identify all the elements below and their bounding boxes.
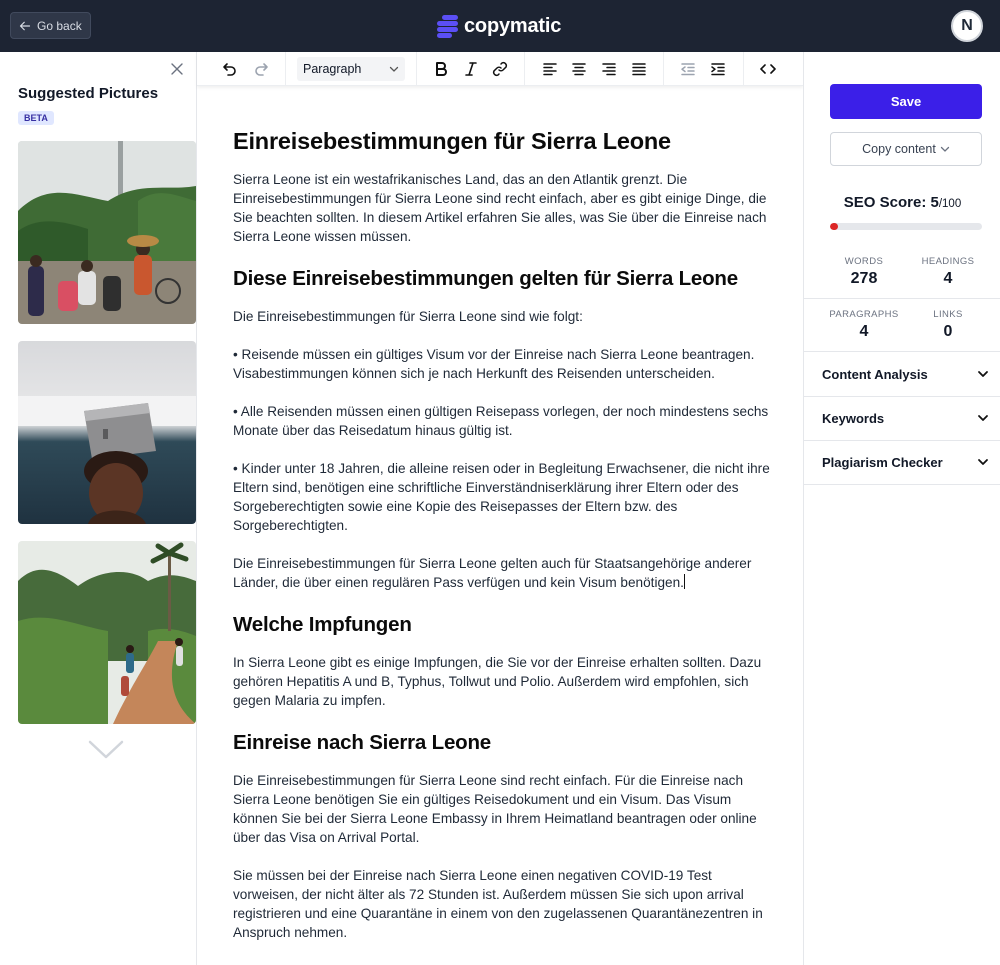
go-back-button[interactable]: Go back [10,12,91,39]
outdent-icon [681,63,695,76]
stat-label: LINKS [933,309,963,320]
stat-value: 278 [850,270,878,287]
street-market-photo[interactable] [18,141,196,324]
undo-button[interactable] [219,58,241,80]
editor-area[interactable]: Einreisebestimmungen für Sierra Leone Si… [197,86,803,965]
copy-content-label: Copy content [862,142,936,156]
block-format-value: Paragraph [303,62,362,76]
paragraph: Die Einreisebestimmungen für Sierra Leon… [233,773,757,845]
text-caret [683,574,685,589]
keywords-accordion[interactable]: Keywords [804,396,1000,440]
align-left-button[interactable] [539,58,561,80]
align-left-icon [543,63,557,76]
paragraph: Die Einreisebestimmungen für Sierra Leon… [233,309,583,324]
paragraph-with-caret: Die Einreisebestimmungen für Sierra Leon… [233,554,773,592]
heading: Diese Einreisebestimmungen gelten für Si… [233,267,738,290]
align-right-icon [602,63,616,76]
stat-headings: HEADINGS 4 [908,256,988,288]
copymatic-logo-icon [436,14,458,38]
bold-icon [436,62,447,76]
user-avatar[interactable]: N [951,10,983,42]
go-back-label: Go back [37,18,82,33]
seo-score-bar-fill [830,223,838,230]
top-bar: Go back copymatic N [0,0,1000,52]
accordion-label: Plagiarism Checker [822,454,943,470]
save-button[interactable]: Save [830,84,982,119]
link-icon [492,61,508,77]
accordion-label: Keywords [822,410,885,426]
bold-button[interactable] [430,58,452,80]
seo-score-bar [830,223,982,230]
align-justify-button[interactable] [628,58,650,80]
stat-label: WORDS [844,256,884,267]
code-icon [760,64,776,74]
logo-text: copymatic [464,14,562,37]
italic-button[interactable] [460,58,482,80]
copy-content-button[interactable]: Copy content [830,132,982,166]
stat-value: 4 [859,323,869,340]
undo-icon [223,63,236,76]
italic-icon [465,62,477,76]
align-center-button[interactable] [568,58,590,80]
accordion-label: Content Analysis [822,366,928,382]
block-format-select[interactable]: Paragraph [297,57,405,81]
redo-icon [255,63,268,76]
dirt-road-photo[interactable] [18,541,196,724]
heading: Einreise nach Sierra Leone [233,731,491,754]
panel-title: Suggested Pictures [18,85,159,102]
seo-score: SEO Score: 5/100 [804,194,1000,211]
seo-panel: Save Copy content SEO Score: 5/100 WORDS… [803,52,1000,965]
link-button[interactable] [489,58,511,80]
seo-score-label: SEO Score: [843,194,927,211]
chevron-down-icon [940,146,949,152]
stat-label: HEADINGS [921,256,975,267]
indent-icon [711,63,725,76]
stat-paragraphs: PARAGRAPHS 4 [824,309,904,341]
outdent-button[interactable] [677,58,699,80]
arrow-left-icon [19,21,31,30]
paragraph: In Sierra Leone gibt es einige Impfungen… [233,655,762,708]
document-content[interactable]: Einreisebestimmungen für Sierra Leone Si… [233,126,773,942]
logo[interactable]: copymatic [436,12,561,40]
stat-value: 0 [943,323,953,340]
seo-score-value: 5 [930,194,939,211]
align-center-icon [572,63,586,76]
stat-label: PARAGRAPHS [829,309,899,320]
align-justify-icon [632,63,646,76]
chevron-down-icon [389,66,399,72]
chevron-down-icon [978,371,988,377]
chevron-down-icon [978,459,988,465]
chevron-down-icon[interactable] [88,740,124,760]
stat-words: WORDS 278 [824,256,904,288]
box-on-head-photo[interactable] [18,341,196,524]
content-analysis-accordion[interactable]: Content Analysis [804,352,1000,396]
paragraph: Sierra Leone ist ein westafrikanisches L… [233,172,767,244]
plagiarism-checker-accordion[interactable]: Plagiarism Checker [804,440,1000,484]
paragraph-text: Die Einreisebestimmungen für Sierra Leon… [233,556,752,590]
code-view-button[interactable] [757,58,779,80]
suggested-pictures-panel: Suggested Pictures BETA [0,52,197,965]
close-icon[interactable] [170,62,184,76]
paragraph: • Alle Reisenden müssen einen gültigen R… [233,404,769,438]
paragraph: Sie müssen bei der Einreise nach Sierra … [233,868,763,940]
align-right-button[interactable] [598,58,620,80]
beta-badge: BETA [18,111,54,125]
stat-value: 4 [943,270,953,287]
document-title: Einreisebestimmungen für Sierra Leone [233,128,671,154]
stat-links: LINKS 0 [908,309,988,341]
paragraph: • Reisende müssen ein gültiges Visum vor… [233,347,755,381]
seo-score-max: /100 [938,198,962,210]
chevron-down-icon [978,415,988,421]
paragraph: • Kinder unter 18 Jahren, die alleine re… [233,461,770,533]
heading: Welche Impfungen [233,613,412,636]
indent-button[interactable] [707,58,729,80]
editor-toolbar: Paragraph [197,52,803,86]
redo-button[interactable] [250,58,272,80]
